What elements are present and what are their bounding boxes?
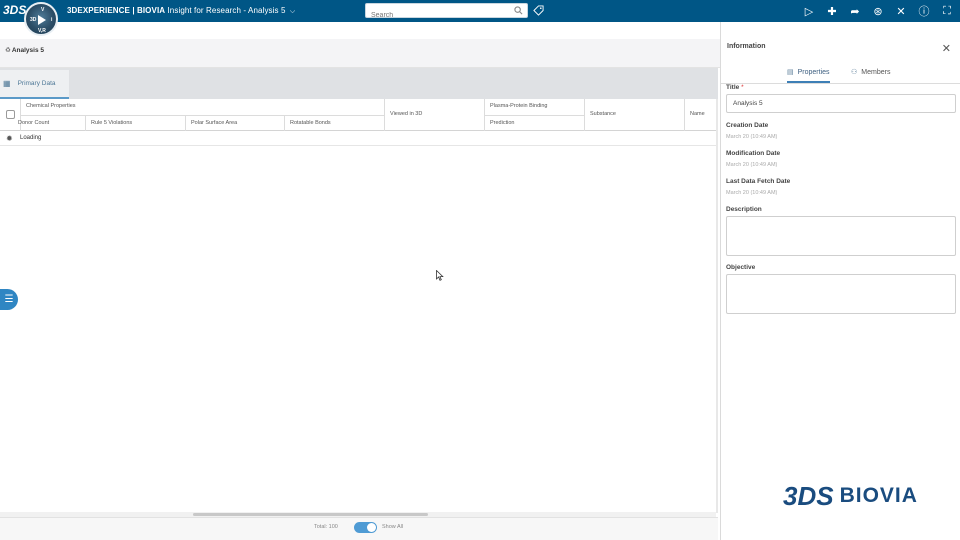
creation-date-value: March 20 (10:49 AM) — [726, 134, 778, 140]
properties-icon: ▤ — [787, 69, 794, 76]
analysis-toolbar — [0, 39, 720, 68]
header-divider — [20, 115, 384, 116]
close-icon[interactable]: ✕ — [942, 42, 951, 55]
title-label-text: Title — [726, 84, 740, 91]
search-box[interactable] — [365, 3, 528, 22]
tab-primary-data[interactable]: ▦ Primary Data — [0, 70, 69, 99]
scrollbar-thumb[interactable] — [193, 513, 428, 516]
header-prediction[interactable]: Prediction — [490, 120, 514, 126]
tab-properties-label: Properties — [797, 69, 830, 76]
modification-date-value: March 20 (10:49 AM) — [726, 162, 778, 168]
compass-button[interactable]: 3D V V,R i — [24, 2, 58, 36]
description-label: Description — [726, 206, 762, 213]
spinner-icon: ✹ — [6, 134, 13, 143]
biovia-logo: 3DS BIOVIA — [783, 483, 918, 509]
forward-icon[interactable]: ➦ — [848, 4, 862, 18]
help-icon[interactable]: ⓘ — [917, 4, 931, 18]
column-headers: Chemical Properties Viewed in 3D Plasma-… — [0, 99, 716, 131]
compass-quadrant: V — [41, 7, 45, 13]
panel-title: Information — [727, 43, 766, 50]
network-icon[interactable]: ⊛ — [871, 4, 885, 18]
brand-name: 3DEXPERIENCE | BIOVIA — [67, 6, 166, 15]
compass-quadrant: V,R — [38, 28, 46, 34]
app-name: Insight for Research - Analysis 5 — [167, 6, 286, 15]
tag-icon[interactable] — [533, 5, 544, 16]
vertical-scrollbar[interactable] — [716, 99, 718, 513]
top-icons: ▷ ✚ ➦ ⊛ ✕ ⓘ ⛶ — [802, 4, 954, 19]
loading-text: Loading — [20, 135, 42, 141]
header-divider — [185, 115, 186, 131]
analysis-icon: ♻ — [5, 47, 11, 54]
modification-date-label: Modification Date — [726, 150, 781, 157]
header-donor-count[interactable]: Donor Count — [18, 120, 49, 126]
header-plasma-protein-binding[interactable]: Plasma-Protein Binding — [490, 103, 547, 109]
header-rule-5-violations[interactable]: Rule 5 Violations — [91, 120, 132, 126]
information-panel: Information ✕ ▤ Properties ⚇ Members Title… — [720, 22, 960, 540]
ds-logo-mark: 3DS — [783, 481, 834, 511]
white-strip — [0, 22, 720, 39]
play-icon — [38, 15, 46, 25]
select-all-checkbox[interactable] — [6, 110, 15, 119]
header-rotatable-bonds[interactable]: Rotatable Bonds — [290, 120, 331, 126]
table-icon: ▦ — [3, 79, 11, 88]
menu-icon: ☰ — [4, 294, 14, 305]
ds-logo[interactable]: 3DS — [3, 3, 26, 17]
required-mark: * — [741, 84, 744, 91]
app-title[interactable]: 3DEXPERIENCE | BIOVIA Insight for Resear… — [67, 6, 295, 16]
header-divider — [284, 115, 285, 131]
header-divider — [20, 99, 21, 131]
loading-row: ✹ Loading — [0, 131, 716, 146]
total-count: Total: 100 — [314, 524, 338, 530]
last-fetch-date-label: Last Data Fetch Date — [726, 178, 791, 185]
mouse-cursor-icon — [436, 270, 444, 281]
objective-field[interactable] — [726, 274, 956, 314]
header-divider — [85, 115, 86, 131]
header-divider — [584, 99, 585, 131]
fullscreen-icon[interactable]: ⛶ — [940, 4, 954, 18]
last-fetch-date-value: March 20 (10:49 AM) — [726, 190, 778, 196]
tab-properties[interactable]: ▤ Properties — [787, 68, 830, 83]
analysis-title: ♻Analysis 5 — [5, 46, 44, 54]
header-divider — [484, 115, 584, 116]
compass-quadrant: i — [51, 17, 53, 23]
members-icon: ⚇ — [851, 69, 858, 76]
share-icon[interactable]: ▷ — [802, 4, 816, 18]
show-all-toggle[interactable] — [354, 522, 377, 533]
tab-members[interactable]: ⚇ Members — [851, 68, 890, 76]
header-divider — [484, 99, 485, 131]
header-chemical-properties[interactable]: Chemical Properties — [26, 103, 76, 109]
header-substance[interactable]: Substance — [590, 111, 616, 117]
header-divider — [684, 99, 685, 131]
chevron-down-icon[interactable]: ⌵ — [290, 8, 295, 15]
tab-members-label: Members — [861, 69, 891, 76]
compass-quadrant: 3D — [30, 17, 37, 23]
header-viewed-in-3d[interactable]: Viewed in 3D — [390, 111, 422, 117]
tools-icon[interactable]: ✕ — [894, 4, 908, 18]
header-polar-surface-area[interactable]: Polar Surface Area — [191, 120, 237, 126]
panel-tabs: ▤ Properties ⚇ Members — [721, 64, 960, 84]
description-field[interactable] — [726, 216, 956, 256]
biovia-wordmark: BIOVIA — [839, 484, 918, 507]
side-menu-button[interactable]: ☰ — [0, 289, 18, 310]
analysis-title-text: Analysis 5 — [11, 47, 44, 54]
tab-primary-data-label: Primary Data — [17, 80, 56, 87]
search-icon[interactable] — [514, 6, 523, 15]
objective-label: Objective — [726, 264, 756, 271]
search-input[interactable] — [366, 9, 506, 22]
toggle-knob — [367, 523, 376, 532]
show-all-label: Show All — [382, 524, 404, 530]
title-label: Title * — [726, 84, 744, 91]
plus-icon[interactable]: ✚ — [825, 4, 839, 18]
grid-tab-bar — [0, 68, 718, 99]
title-field[interactable] — [726, 94, 956, 113]
creation-date-label: Creation Date — [726, 122, 769, 129]
header-name[interactable]: Name — [690, 111, 705, 117]
header-divider — [384, 99, 385, 131]
top-bar: 3DS 3DEXPERIENCE | BIOVIA Insight for Re… — [0, 0, 960, 22]
